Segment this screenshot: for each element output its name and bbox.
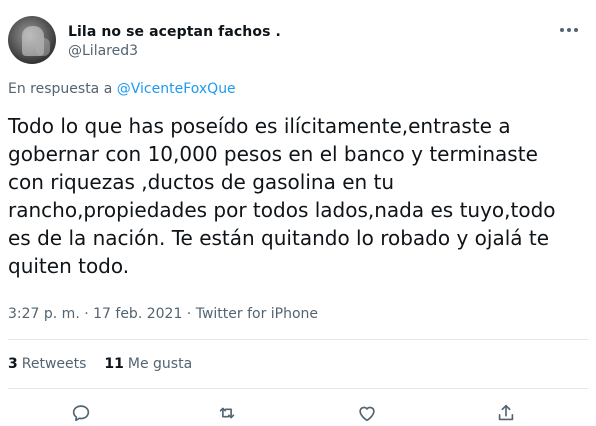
tweet-stats: 3 Retweets 11 Me gusta <box>8 356 192 372</box>
tweet-header: Lila no se aceptan fachos . @Lilared3 <box>8 14 588 66</box>
tweet-text-line: con riquezas ,ductos de gasolina en tu <box>8 170 395 194</box>
more-options-icon[interactable] <box>560 28 578 32</box>
retweets-count: 3 <box>8 356 18 372</box>
tweet-date[interactable]: 17 feb. 2021 <box>93 306 182 322</box>
share-icon[interactable] <box>495 402 517 424</box>
tweet-text-line: Todo lo que has poseído es ilícitamente,… <box>8 114 511 138</box>
retweets-label: Retweets <box>21 356 87 372</box>
reply-prefix: En respuesta a <box>8 81 117 97</box>
tweet-text-line: gobernar con 10,000 pesos en el banco y … <box>8 142 538 166</box>
likes-label: Me gusta <box>127 356 193 372</box>
tweet-text: Todo lo que has poseído es ilícitamente,… <box>8 112 588 280</box>
tweet-text-line: rancho,propiedades por todos lados,nada … <box>8 198 556 222</box>
tweet-actions <box>0 400 596 426</box>
tweet-meta: 3:27 p. m. · 17 feb. 2021 · Twitter for … <box>8 306 318 322</box>
avatar-figure-secondary <box>36 38 50 56</box>
heart-icon[interactable] <box>356 402 378 424</box>
reply-icon[interactable] <box>70 402 92 424</box>
reply-mention-link[interactable]: @VicenteFoxQue <box>117 81 236 97</box>
divider <box>8 388 588 389</box>
user-display-name[interactable]: Lila no se aceptan fachos . <box>68 24 281 40</box>
avatar[interactable] <box>8 16 56 64</box>
meta-separator: · <box>79 306 94 322</box>
tweet-text-line: quiten todo. <box>8 254 130 278</box>
tweet-source[interactable]: Twitter for iPhone <box>196 306 318 322</box>
retweet-icon[interactable] <box>216 402 238 424</box>
tweet-time[interactable]: 3:27 p. m. <box>8 306 80 322</box>
divider <box>8 339 588 340</box>
likes-stat[interactable]: 11 Me gusta <box>104 356 192 372</box>
tweet-card: Lila no se aceptan fachos . @Lilared3 En… <box>0 0 596 426</box>
meta-separator: · <box>182 306 196 322</box>
retweets-stat[interactable]: 3 Retweets <box>8 356 86 372</box>
user-handle[interactable]: @Lilared3 <box>68 43 138 59</box>
likes-count: 11 <box>104 356 124 372</box>
tweet-text-line: es de la nación. Te están quitando lo ro… <box>8 226 550 250</box>
reply-context: En respuesta a @VicenteFoxQue <box>8 81 236 97</box>
